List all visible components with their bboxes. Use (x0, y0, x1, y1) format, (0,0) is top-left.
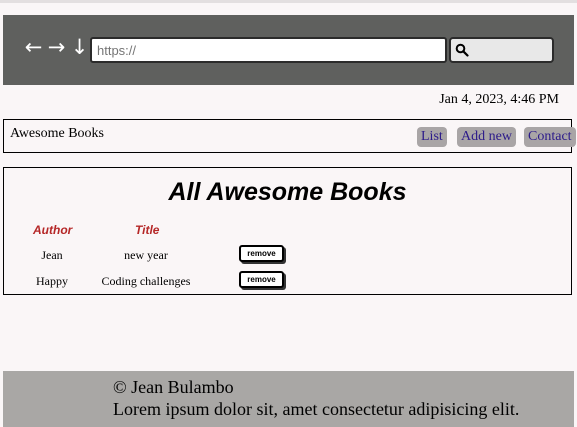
browser-toolbar: ← → ↓ (3, 15, 574, 85)
search-box[interactable] (449, 37, 554, 63)
nav-link-add-new[interactable]: Add new (457, 127, 516, 147)
site-navbar: Awesome Books List Add new Contact (3, 119, 576, 153)
title-column-header: Title (135, 223, 160, 237)
nav-link-list[interactable]: List (417, 127, 447, 147)
book-author: Jean (41, 248, 63, 262)
footer-text: Lorem ipsum dolor sit, amet consectetur … (113, 399, 520, 419)
books-title: All Awesome Books (168, 178, 407, 206)
books-section: All Awesome Books Author Title Jean new … (3, 167, 572, 295)
remove-button[interactable]: remove (239, 245, 284, 262)
book-title: new year (124, 248, 168, 262)
url-input[interactable] (90, 37, 447, 63)
page-footer: © Jean Bulambo Lorem ipsum dolor sit, am… (3, 371, 574, 427)
window-top-border (0, 0, 577, 3)
back-arrow-icon[interactable]: ← (23, 35, 44, 59)
book-author: Happy (36, 274, 68, 288)
download-arrow-icon[interactable]: ↓ (69, 35, 90, 59)
forward-arrow-icon[interactable]: → (46, 35, 67, 59)
current-datetime: Jan 4, 2023, 4:46 PM (439, 92, 559, 107)
remove-button[interactable]: remove (239, 271, 284, 288)
book-title: Coding challenges (101, 274, 191, 288)
search-icon (455, 43, 469, 57)
author-column-header: Author (33, 223, 73, 237)
brand-name: Awesome Books (10, 126, 104, 141)
footer-copyright: © Jean Bulambo (113, 377, 234, 397)
nav-link-contact[interactable]: Contact (524, 127, 576, 147)
browser-nav-icons: ← → ↓ (23, 35, 90, 59)
